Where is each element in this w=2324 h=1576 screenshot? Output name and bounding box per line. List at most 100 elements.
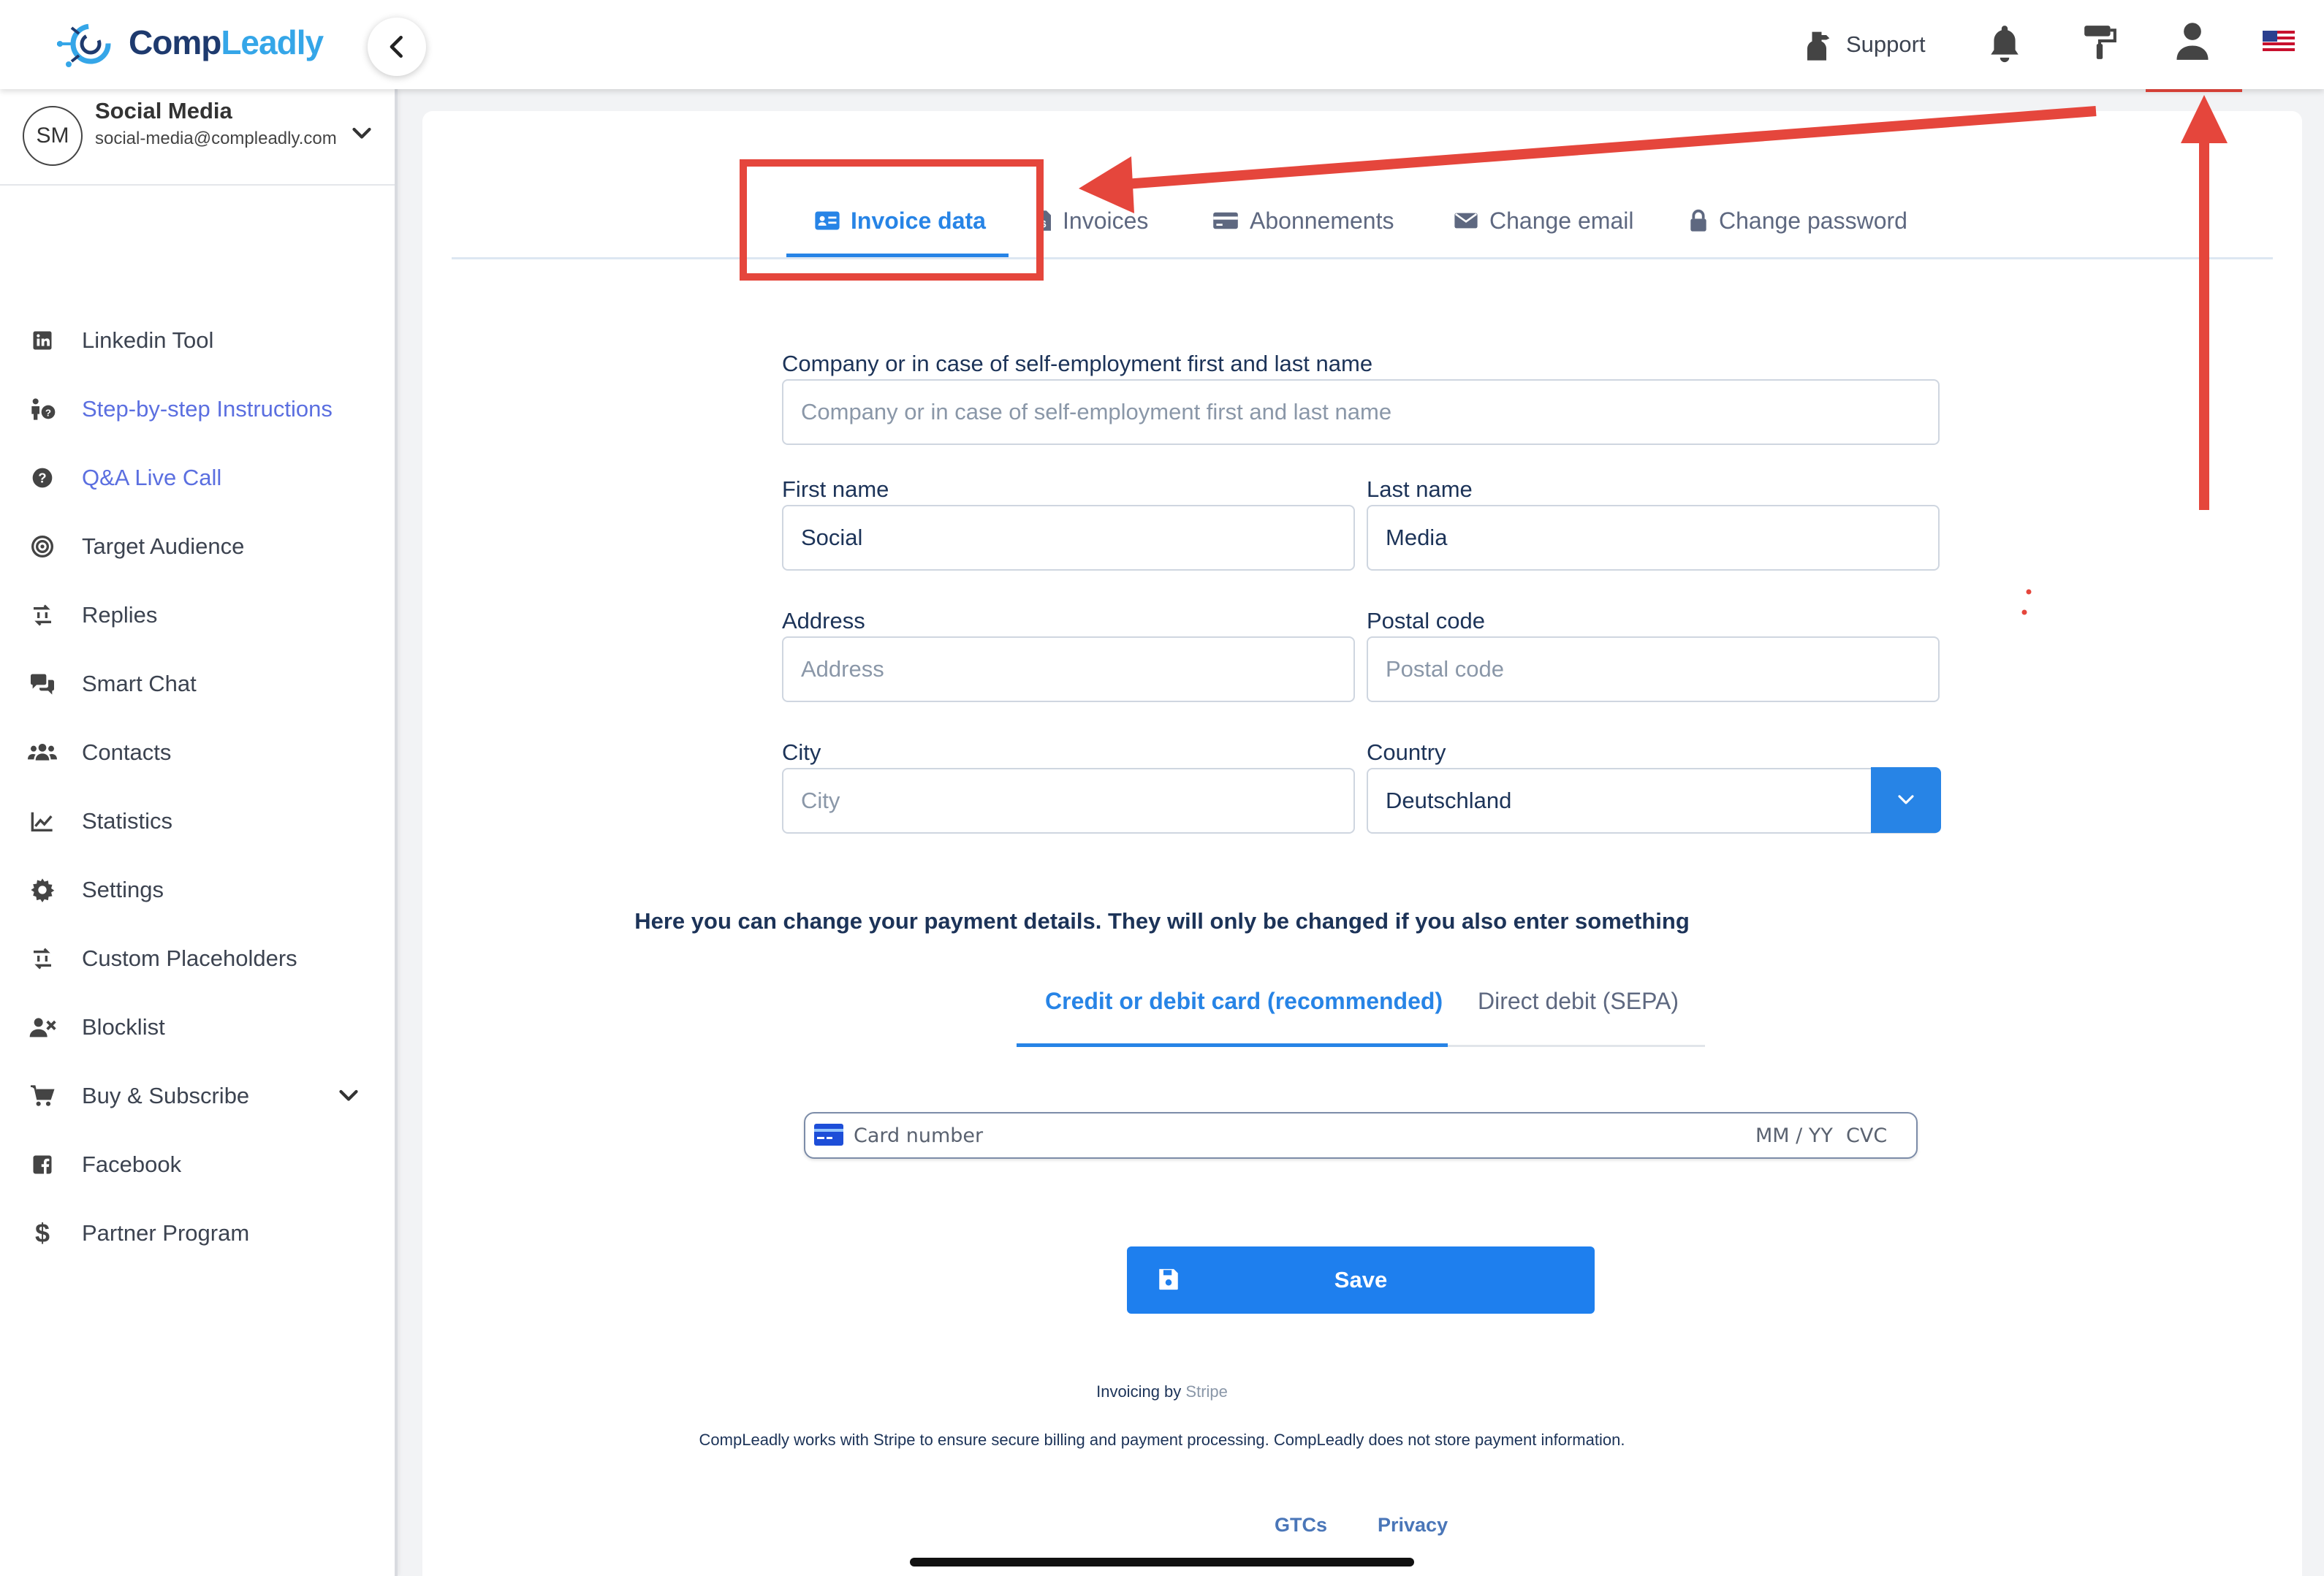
sidebar-item-label: Smart Chat (82, 671, 197, 696)
card-number-placeholder[interactable]: Card number (854, 1124, 983, 1147)
blocklist-icon (28, 1013, 57, 1042)
company-label: Company or in case of self-employment fi… (782, 351, 1373, 376)
sidebar-item-label: Statistics (82, 808, 173, 834)
sidebar-item-replies[interactable]: Replies (0, 586, 395, 644)
linkedin-icon (28, 326, 57, 355)
user-icon (2176, 23, 2209, 60)
chevron-down-icon[interactable] (338, 1088, 360, 1104)
support-button[interactable]: Support (1798, 0, 1926, 89)
sidebar-item-smart-chat[interactable]: Smart Chat (0, 655, 395, 713)
tab-label: Invoices (1063, 207, 1149, 234)
sidebar-item-linkedin-tool[interactable]: Linkedin Tool (0, 311, 395, 370)
target-icon (28, 532, 57, 561)
sidebar-item-label: Partner Program (82, 1220, 250, 1246)
sidebar-item-statistics[interactable]: Statistics (0, 792, 395, 850)
sidebar-item-qa-live-call[interactable]: ? Q&A Live Call (0, 449, 395, 507)
payment-tab-indicator (1017, 1043, 1448, 1047)
sidebar-item-step-by-step-instructions[interactable]: ? Step-by-step Instructions (0, 380, 395, 438)
gtcs-link[interactable]: GTCs (1275, 1514, 1327, 1537)
instructions-icon: ? (28, 395, 57, 424)
language-button[interactable] (2263, 31, 2295, 55)
question-icon: ? (28, 463, 57, 492)
sidebar-item-label: Blocklist (82, 1014, 165, 1040)
sidebar-item-label: Linkedin Tool (82, 327, 214, 353)
user-name: Social Media (95, 98, 232, 123)
tab-abonnements[interactable]: Abonnements (1212, 199, 1394, 243)
svg-text:?: ? (45, 407, 51, 418)
settings-card: Invoice data $ Invoices Abonnements Chan… (422, 111, 2302, 1576)
floppy-disk-icon (1159, 1268, 1178, 1290)
theme-button[interactable] (2081, 22, 2118, 66)
city-input[interactable] (782, 768, 1355, 834)
country-value: Deutschland (1386, 788, 1512, 813)
sidebar-item-custom-placeholders[interactable]: Custom Placeholders (0, 929, 395, 988)
payment-note: Here you can change your payment details… (634, 908, 1690, 934)
sidebar-item-label: Custom Placeholders (82, 945, 297, 971)
notifications-button[interactable] (1986, 22, 2023, 66)
svg-text:?: ? (38, 471, 46, 486)
tab-label: Change password (1719, 207, 1907, 234)
user-account-switcher[interactable]: SM Social Media social-media@compleadly.… (0, 89, 395, 186)
privacy-link[interactable]: Privacy (1378, 1514, 1448, 1537)
stripe-link[interactable]: Stripe (1185, 1382, 1227, 1401)
placeholders-icon (28, 944, 57, 973)
last-name-label: Last name (1367, 476, 1473, 502)
sidebar-item-blocklist[interactable]: Blocklist (0, 998, 395, 1057)
home-indicator (910, 1558, 1414, 1567)
sidebar-item-label: Replies (82, 602, 158, 628)
chart-icon (28, 807, 57, 836)
tab-change-email[interactable]: Change email (1453, 199, 1633, 243)
tab-invoices[interactable]: $ Invoices (1035, 199, 1148, 243)
sidebar-item-label: Buy & Subscribe (82, 1083, 250, 1108)
sidebar: SM Social Media social-media@compleadly.… (0, 89, 398, 1576)
sidebar-item-label: Target Audience (82, 533, 245, 559)
sidebar-item-target-audience[interactable]: Target Audience (0, 517, 395, 576)
chevron-down-icon (1898, 795, 1914, 804)
paint-roller-icon (2084, 26, 2116, 59)
sidebar-item-partner-program[interactable]: $ Partner Program (0, 1204, 395, 1263)
tab-change-password[interactable]: Change password (1688, 199, 1907, 243)
credit-card-icon (814, 1124, 843, 1146)
postal-code-label: Postal code (1367, 608, 1485, 633)
logo[interactable]: CompLeadly (53, 13, 324, 72)
tab-label: Abonnements (1250, 207, 1394, 234)
invoicing-note: Invoicing by Stripe (1096, 1382, 1228, 1401)
bell-icon (1991, 26, 2019, 63)
envelope-icon (1454, 213, 1478, 229)
profile-button[interactable] (2173, 20, 2211, 65)
country-dropdown-button[interactable] (1871, 767, 1941, 833)
sidebar-item-label: Facebook (82, 1151, 182, 1177)
avatar: SM (23, 106, 83, 166)
chevron-down-icon[interactable] (351, 126, 373, 142)
facebook-icon (28, 1150, 57, 1179)
chevron-left-icon (390, 35, 403, 58)
top-bar: CompLeadly Support (0, 0, 2324, 89)
sidebar-item-contacts[interactable]: Contacts (0, 723, 395, 782)
tab-credit-card[interactable]: Credit or debit card (recommended) (1045, 988, 1443, 1015)
cvc-placeholder[interactable]: CVC (1846, 1124, 1887, 1147)
contacts-icon (28, 738, 57, 767)
address-input[interactable] (782, 636, 1355, 702)
company-input[interactable] (782, 379, 1940, 445)
expiry-placeholder[interactable]: MM / YY (1755, 1124, 1833, 1147)
last-name-input[interactable] (1367, 505, 1940, 571)
payment-tab-divider (1448, 1045, 1705, 1047)
sidebar-item-facebook[interactable]: Facebook (0, 1135, 395, 1194)
payment-disclaimer: CompLeadly works with Stripe to ensure s… (699, 1431, 1625, 1449)
first-name-input[interactable] (782, 505, 1355, 571)
collapse-sidebar-button[interactable] (368, 18, 426, 76)
save-label: Save (1334, 1267, 1388, 1293)
city-label: City (782, 739, 821, 765)
save-button[interactable]: Save (1127, 1246, 1595, 1314)
country-select[interactable]: Deutschland (1367, 768, 1940, 834)
gear-icon (28, 875, 57, 905)
tab-direct-debit[interactable]: Direct debit (SEPA) (1478, 988, 1679, 1015)
postal-code-input[interactable] (1367, 636, 1940, 702)
sidebar-item-buy-subscribe[interactable]: Buy & Subscribe (0, 1067, 395, 1125)
chat-icon (28, 669, 57, 698)
card-details-input[interactable]: Card number MM / YY CVC (804, 1112, 1918, 1159)
replies-icon (28, 601, 57, 630)
user-email: social-media@compleadly.com (95, 129, 337, 148)
address-label: Address (782, 608, 865, 633)
support-label: Support (1846, 31, 1926, 57)
